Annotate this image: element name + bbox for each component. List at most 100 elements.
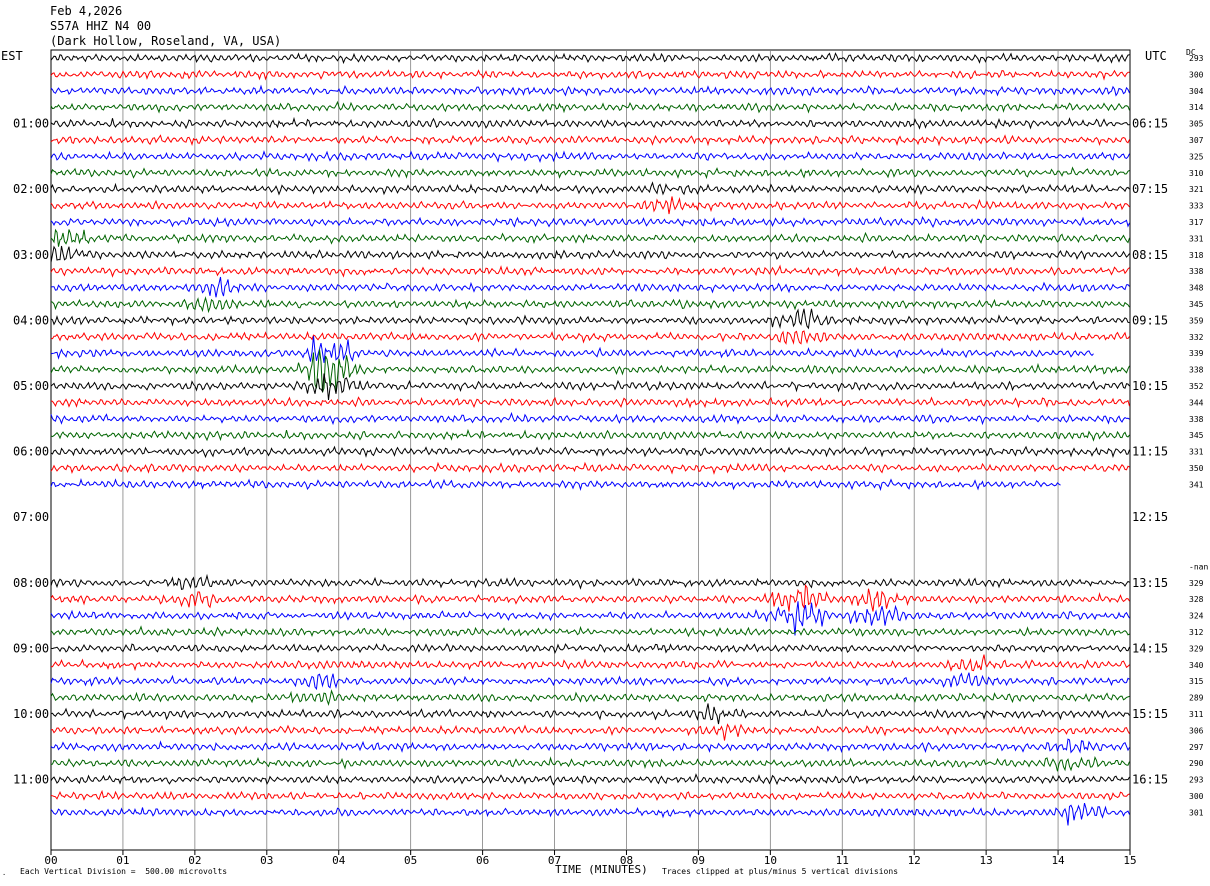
- seismic-trace: [50, 308, 1130, 330]
- dc-value-label: 338: [1189, 415, 1204, 424]
- dc-value-label: 297: [1189, 743, 1204, 752]
- dc-value-label: 339: [1189, 349, 1204, 358]
- x-tick-label: 09: [692, 854, 705, 867]
- x-tick-label: 15: [1123, 854, 1136, 867]
- dc-value-label: 332: [1189, 333, 1204, 342]
- dc-value-label: 345: [1189, 431, 1204, 440]
- dc-value-label: 305: [1189, 120, 1204, 129]
- seismic-trace: [50, 215, 1130, 229]
- seismic-trace: [50, 461, 1130, 475]
- seismic-trace: [50, 773, 1130, 786]
- dc-value-label: 325: [1189, 152, 1204, 161]
- utc-hour-label: 09:15: [1132, 313, 1168, 327]
- x-tick-label: 04: [332, 854, 346, 867]
- x-tick-label: 13: [980, 854, 993, 867]
- x-tick-label: 10: [764, 854, 777, 867]
- dc-value-label: 340: [1189, 661, 1204, 670]
- dc-value-label: 304: [1189, 87, 1204, 96]
- helicorder-plot: 00 01 02 03 04 05 06 07 08 09 10 11 12 13 14 1529330030…: [13, 49, 1208, 867]
- x-tick-label: 02: [188, 854, 201, 867]
- seismic-trace: [50, 583, 1130, 612]
- dc-value-label: 359: [1189, 316, 1204, 325]
- seismic-trace: [50, 150, 1130, 163]
- seismic-trace: [50, 428, 1130, 442]
- est-hour-label: 08:00: [13, 576, 49, 590]
- dc-value-label: -nan: [1189, 562, 1208, 571]
- seismic-trace: [50, 689, 1130, 707]
- seismic-trace: [50, 573, 1130, 591]
- seismic-trace: [50, 477, 1061, 492]
- seismic-trace: [50, 411, 1130, 426]
- seismic-trace: [50, 84, 1130, 97]
- est-hour-label: 09:00: [13, 641, 49, 655]
- seismic-trace: [50, 756, 1130, 772]
- seismic-trace: [50, 134, 1130, 147]
- seismic-trace: [50, 723, 1130, 741]
- dc-value-label: 324: [1189, 612, 1204, 621]
- seismic-trace: [50, 601, 1130, 636]
- seismic-trace: [50, 396, 1130, 409]
- x-tick-label: 05: [404, 854, 417, 867]
- dc-value-label: 338: [1189, 267, 1204, 276]
- seismic-trace: [50, 264, 1130, 278]
- dc-value-label: 329: [1189, 644, 1204, 653]
- est-hour-label: 10:00: [13, 707, 49, 721]
- est-hour-label: 03:00: [13, 248, 49, 262]
- dc-value-label: 331: [1189, 234, 1204, 243]
- dc-value-label: 321: [1189, 185, 1204, 194]
- x-tick-label: 14: [1051, 854, 1065, 867]
- seismic-trace: [50, 296, 1130, 314]
- seismic-trace: [50, 52, 1130, 65]
- utc-hour-label: 06:15: [1132, 117, 1168, 131]
- seismic-trace: [50, 373, 1130, 400]
- seismic-trace: [50, 181, 1130, 196]
- dc-value-label: 293: [1189, 776, 1204, 785]
- dc-value-label: 344: [1189, 398, 1204, 407]
- x-tick-label: 12: [908, 854, 921, 867]
- utc-hour-label: 08:15: [1132, 248, 1168, 262]
- utc-hour-label: 13:15: [1132, 576, 1168, 590]
- utc-hour-label: 11:15: [1132, 445, 1168, 459]
- seismic-trace: [50, 738, 1130, 754]
- dc-value-label: 300: [1189, 792, 1204, 801]
- seismic-trace: [50, 228, 1130, 247]
- seismic-trace: [50, 116, 1130, 130]
- dc-value-label: 289: [1189, 694, 1204, 703]
- est-hour-label: 05:00: [13, 379, 49, 393]
- utc-hour-label: 15:15: [1132, 707, 1168, 721]
- x-tick-label: 11: [836, 854, 849, 867]
- dc-value-label: 290: [1189, 759, 1204, 768]
- utc-hour-label: 16:15: [1132, 773, 1168, 787]
- x-tick-label: 01: [116, 854, 129, 867]
- seismic-trace: [50, 672, 1130, 691]
- seismic-trace: [50, 625, 1130, 638]
- dc-value-label: 310: [1189, 169, 1204, 178]
- seismic-trace: [50, 330, 1130, 345]
- dc-value-label: 331: [1189, 448, 1204, 457]
- scale-note: Each Vertical Division = 500.00 microvol…: [20, 867, 228, 876]
- seismic-trace: [50, 100, 1130, 114]
- dc-value-label: 293: [1189, 54, 1204, 63]
- seismic-trace: [50, 335, 1094, 363]
- seismic-trace: [50, 196, 1130, 215]
- dc-value-label: 318: [1189, 251, 1204, 260]
- dc-value-label: 338: [1189, 366, 1204, 375]
- utc-hour-label: 10:15: [1132, 379, 1168, 393]
- x-tick-label: 00: [44, 854, 57, 867]
- dc-value-label: 350: [1189, 464, 1204, 473]
- seismic-trace: [50, 654, 1130, 672]
- dc-value-label: 352: [1189, 382, 1204, 391]
- dc-value-label: 311: [1189, 710, 1204, 719]
- seismic-trace: [50, 802, 1130, 826]
- seismic-trace: [50, 166, 1130, 180]
- seismic-trace: [50, 276, 1130, 298]
- seismic-trace: [50, 445, 1130, 459]
- dc-value-label: 301: [1189, 808, 1204, 817]
- utc-hour-label: 14:15: [1132, 641, 1168, 655]
- seismic-trace: [50, 69, 1130, 81]
- seismic-trace: [50, 789, 1130, 802]
- est-hour-label: 06:00: [13, 445, 49, 459]
- est-hour-label: 07:00: [13, 510, 49, 524]
- utc-hour-label: 12:15: [1132, 510, 1168, 524]
- dc-value-label: 317: [1189, 218, 1204, 227]
